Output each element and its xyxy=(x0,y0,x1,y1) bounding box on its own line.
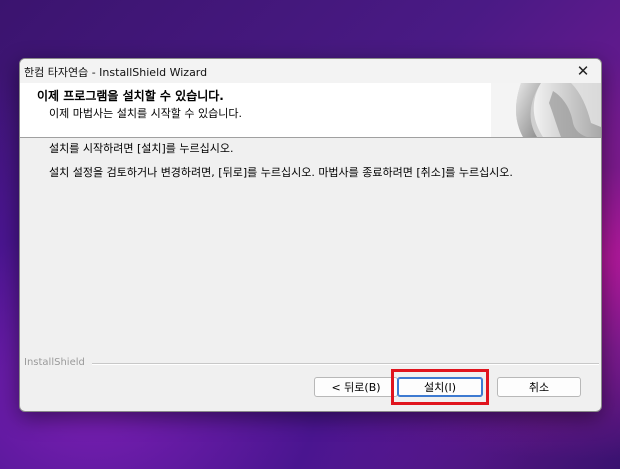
footer-divider xyxy=(92,363,599,365)
header-subtitle: 이제 마법사는 설치를 시작할 수 있습니다. xyxy=(49,107,243,120)
review-instruction-text: 설치 설정을 검토하거나 변경하려면, [뒤로]를 누르십시오. 마법사를 종료… xyxy=(49,166,513,179)
installshield-wizard-window: 한컴 타자연습 - InstallShield Wizard ✕ 이제 프로그램… xyxy=(19,58,602,412)
wizard-header: 이제 프로그램을 설치할 수 있습니다. 이제 마법사는 설치를 시작할 수 있… xyxy=(20,83,601,138)
install-button-highlight-box xyxy=(391,369,489,405)
close-icon[interactable]: ✕ xyxy=(565,59,601,83)
window-title: 한컴 타자연습 - InstallShield Wizard xyxy=(24,66,208,79)
installshield-brand-label: InstallShield xyxy=(24,357,85,368)
header-title: 이제 프로그램을 설치할 수 있습니다. xyxy=(37,89,224,103)
title-bar[interactable]: 한컴 타자연습 - InstallShield Wizard ✕ xyxy=(20,59,601,83)
back-button[interactable]: < 뒤로(B) xyxy=(314,377,398,397)
wizard-banner-graphic xyxy=(491,83,601,137)
install-instruction-text: 설치를 시작하려면 [설치]를 누르십시오. xyxy=(49,142,234,155)
cancel-button[interactable]: 취소 xyxy=(497,377,581,397)
